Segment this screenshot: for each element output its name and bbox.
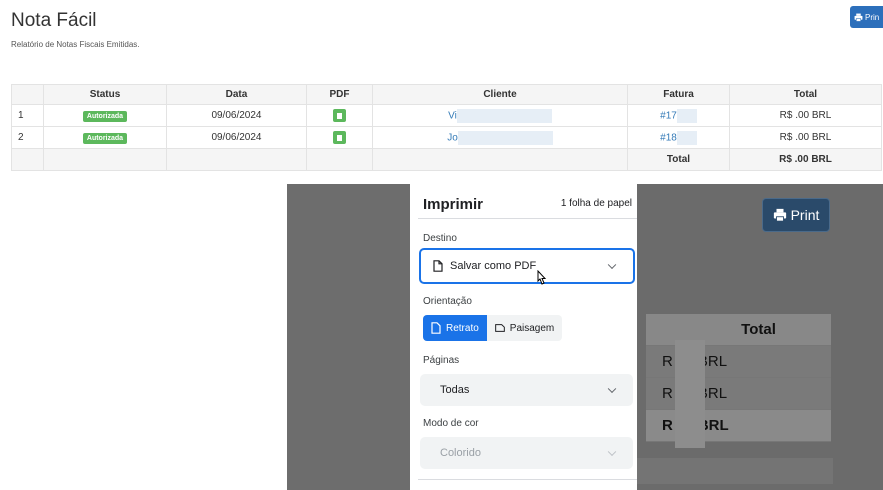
divider: [418, 218, 637, 219]
preview-footer-bar: [637, 458, 833, 484]
mouse-pointer-icon: [537, 270, 547, 285]
redacted-block: [676, 108, 697, 123]
invoice-link[interactable]: #18: [660, 132, 677, 143]
column-header-index: [11, 84, 44, 105]
column-header-status: Status: [43, 84, 167, 105]
invoice-cell: #18: [627, 126, 730, 149]
document-icon: [336, 112, 342, 119]
pages-label: Páginas: [423, 355, 460, 366]
pdf-cell: [305, 104, 373, 127]
total-cell: R$ .00 BRL: [729, 104, 882, 127]
redacted-block: [676, 130, 697, 145]
document-icon: [494, 324, 505, 332]
preview-total-row: R 00 BRL: [646, 378, 831, 410]
redacted-block: [456, 108, 552, 123]
column-header-pdf: PDF: [305, 84, 373, 105]
column-header-client: Cliente: [371, 84, 629, 105]
orientation-portrait-button[interactable]: Retrato: [423, 315, 487, 341]
preview-print-button: Print: [762, 198, 830, 232]
redacted-block: [675, 340, 705, 448]
invoice-cell: #17: [627, 104, 730, 127]
print-button[interactable]: Prin: [850, 6, 883, 28]
footer-empty-cell: [43, 148, 167, 171]
document-icon: [433, 260, 443, 272]
print-button-label: Prin: [865, 12, 880, 22]
orientation-toggle: Retrato Paisagem: [423, 315, 563, 341]
color-mode-select[interactable]: Colorido: [420, 437, 633, 469]
status-badge: Autorizada: [82, 132, 128, 144]
table-footer-row: Total R$ .00 BRL: [11, 148, 882, 171]
preview-total-header: Total: [646, 314, 831, 346]
print-dialog: Imprimir 1 folha de papel Destino Salvar…: [410, 184, 637, 490]
client-link[interactable]: Vi: [448, 110, 457, 121]
preview-total-table: Total R 00 BRL R 00 BRL R 00 BRL: [646, 314, 831, 442]
destination-label: Destino: [423, 233, 457, 244]
table-header-row: Status Data PDF Cliente Fatura Total: [11, 84, 882, 105]
pages-value: Todas: [440, 384, 470, 396]
date-cell: 09/06/2024: [165, 104, 307, 127]
footer-empty-cell: [305, 148, 373, 171]
orientation-portrait-label: Retrato: [446, 322, 479, 334]
pdf-download-button[interactable]: [332, 131, 346, 144]
destination-value: Salvar como PDF: [450, 260, 537, 272]
column-header-total: Total: [729, 84, 882, 105]
document-icon: [431, 322, 441, 334]
chevron-down-icon: [607, 384, 617, 394]
status-cell: Autorizada: [43, 104, 167, 127]
dimmed-backdrop-left: [287, 184, 410, 490]
dialog-title: Imprimir: [423, 196, 484, 213]
client-cell: Vi: [371, 104, 629, 127]
page-title: Nota Fácil: [11, 10, 97, 31]
printer-icon: [854, 13, 863, 22]
page: Nota Fácil Relatório de Notas Fiscais Em…: [0, 0, 883, 490]
preview-total-footer: R 00 BRL: [646, 410, 831, 442]
page-subtitle: Relatório de Notas Fiscais Emitidas.: [11, 40, 140, 49]
orientation-landscape-label: Paisagem: [509, 322, 555, 334]
redacted-block: [457, 130, 553, 145]
table-row: 2 Autorizada 09/06/2024 Jo #18 R$ .00 BR…: [11, 126, 882, 149]
destination-select[interactable]: Salvar como PDF: [419, 248, 635, 284]
client-cell: Jo: [371, 126, 629, 149]
column-header-date: Data: [165, 84, 307, 105]
printer-icon: [773, 208, 786, 222]
row-index: 1: [11, 104, 44, 127]
total-cell: R$ .00 BRL: [729, 126, 882, 149]
color-mode-label: Modo de cor: [423, 418, 479, 429]
invoice-table: Status Data PDF Cliente Fatura Total 1 A…: [11, 84, 882, 171]
footer-empty-cell: [371, 148, 629, 171]
preview-total-row: R 00 BRL: [646, 346, 831, 378]
chevron-down-icon: [607, 447, 617, 457]
footer-total-value: R$ .00 BRL: [729, 148, 882, 171]
pdf-cell: [305, 126, 373, 149]
client-link[interactable]: Jo: [447, 132, 458, 143]
footer-total-label: Total: [627, 148, 730, 171]
table-row: 1 Autorizada 09/06/2024 Vi #17 R$ .00 BR…: [11, 104, 882, 127]
document-icon: [336, 134, 342, 141]
color-mode-value: Colorido: [440, 447, 481, 459]
column-header-invoice: Fatura: [627, 84, 730, 105]
footer-empty-cell: [165, 148, 307, 171]
pdf-download-button[interactable]: [332, 109, 346, 122]
orientation-label: Orientação: [423, 296, 472, 307]
preview-print-label: Print: [790, 207, 820, 223]
status-badge: Autorizada: [82, 110, 128, 122]
row-index: 2: [11, 126, 44, 149]
footer-empty-cell: [11, 148, 44, 171]
chevron-down-icon: [607, 260, 617, 270]
pages-select[interactable]: Todas: [420, 374, 633, 406]
status-cell: Autorizada: [43, 126, 167, 149]
orientation-landscape-button[interactable]: Paisagem: [486, 315, 563, 341]
divider: [418, 479, 637, 480]
sheet-count: 1 folha de papel: [560, 198, 632, 209]
invoice-link[interactable]: #17: [660, 110, 677, 121]
date-cell: 09/06/2024: [165, 126, 307, 149]
